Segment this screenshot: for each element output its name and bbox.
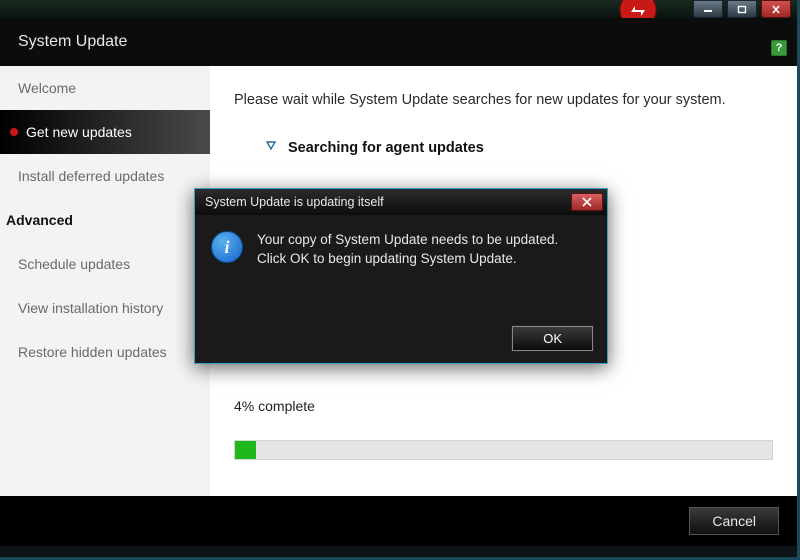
window-maximize-button[interactable] — [727, 0, 757, 18]
sidebar-item-view-history[interactable]: View installation history — [0, 286, 210, 330]
progress-label: 4% complete — [234, 398, 773, 414]
window-minimize-button[interactable] — [693, 0, 723, 18]
app-title: System Update — [18, 33, 127, 51]
app-footer: Cancel — [0, 496, 797, 546]
dialog-ok-button[interactable]: OK — [512, 326, 593, 351]
searching-status-text: Searching for agent updates — [288, 140, 484, 156]
cancel-button[interactable]: Cancel — [689, 507, 779, 535]
sidebar-item-schedule-updates[interactable]: Schedule updates — [0, 242, 210, 286]
sidebar-item-install-deferred[interactable]: Install deferred updates — [0, 154, 210, 198]
os-titlebar — [0, 0, 797, 18]
window-close-button[interactable] — [761, 0, 791, 18]
info-icon: i — [211, 231, 243, 263]
dialog-close-button[interactable] — [571, 193, 603, 211]
sidebar-item-get-new-updates[interactable]: Get new updates — [0, 110, 210, 154]
app-header: System Update ? — [0, 18, 797, 66]
expand-triangle-icon[interactable] — [264, 138, 278, 157]
sidebar-heading-advanced: Advanced — [0, 198, 210, 242]
dialog-titlebar[interactable]: System Update is updating itself — [195, 189, 607, 215]
progress-fill — [235, 441, 256, 459]
content-intro-text: Please wait while System Update searches… — [234, 92, 773, 108]
dialog-message: Your copy of System Update needs to be u… — [257, 231, 591, 269]
self-update-dialog: System Update is updating itself i Your … — [194, 188, 608, 364]
sidebar-item-welcome[interactable]: Welcome — [0, 66, 210, 110]
sidebar-item-restore-hidden[interactable]: Restore hidden updates — [0, 330, 210, 374]
dialog-title: System Update is updating itself — [205, 195, 384, 209]
help-icon[interactable]: ? — [771, 40, 787, 56]
progress-bar — [234, 440, 773, 460]
sidebar: Welcome Get new updates Install deferred… — [0, 66, 210, 496]
